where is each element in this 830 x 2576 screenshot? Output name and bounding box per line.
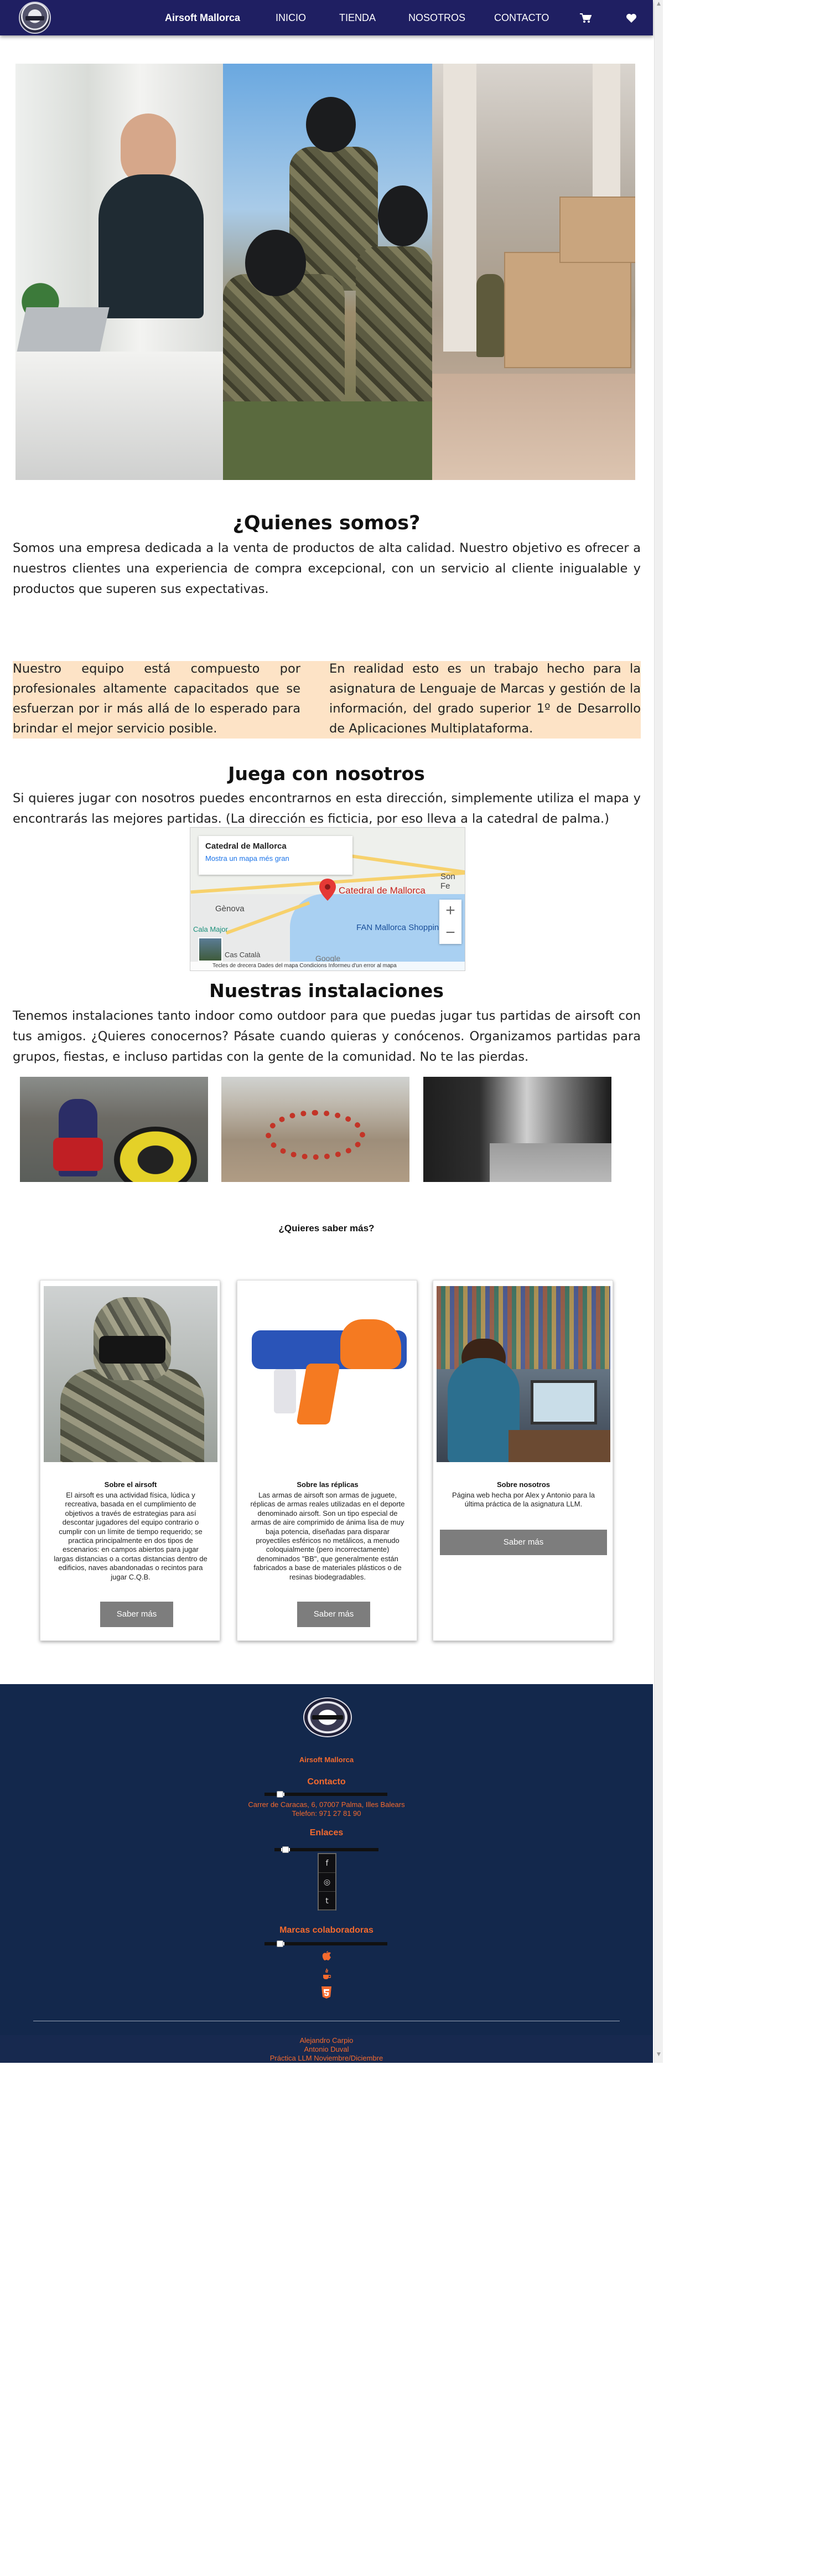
card-image-replicas: [241, 1286, 414, 1462]
hero-image-players: [223, 64, 432, 480]
hero-image-office: [15, 64, 223, 480]
links-title: Enlaces: [309, 1828, 344, 1837]
map-zoom-control: + −: [439, 900, 461, 944]
contact-slider[interactable]: [264, 1791, 387, 1798]
card-image-airsoft: [44, 1286, 217, 1462]
map-label-fan-mallorca: FAN Mallorca Shoppin: [356, 923, 439, 932]
apple-icon[interactable]: [318, 1947, 335, 1965]
card-title: Sobre las réplicas: [297, 1480, 359, 1489]
credit-line: Antonio Duval: [304, 2045, 349, 2053]
nav-brand-link[interactable]: Airsoft Mallorca: [165, 0, 240, 35]
partners-title: Marcas colaboradoras: [279, 1925, 374, 1935]
map-layer-thumbnail[interactable]: [198, 937, 222, 962]
page: Airsoft Mallorca INICIO TIENDA NOSOTROS …: [0, 0, 830, 2576]
footer-logo: [303, 1697, 352, 1737]
map-footer-links[interactable]: Tecles de drecera Dades del mapa Condici…: [190, 962, 465, 970]
zoom-in-button[interactable]: +: [439, 900, 461, 922]
embedded-map[interactable]: Gènova Cala Major FAN Mallorca Shoppin S…: [190, 827, 465, 971]
heart-icon[interactable]: [626, 0, 639, 35]
nav-item-contacto[interactable]: CONTACTO: [494, 0, 549, 35]
map-pin-label: Catedral de Mallorca: [339, 885, 426, 896]
hero-image-arena: [432, 64, 635, 480]
card-text: Página web hecha por Alex y Antonio para…: [452, 1491, 595, 1509]
card-nosotros: Sobre nosotros Página web hecha por Alex…: [433, 1280, 613, 1641]
scroll-down-arrow-icon[interactable]: ▼: [657, 2052, 661, 2057]
team-text: Nuestro equipo está compuesto por profes…: [13, 662, 300, 736]
map-pin-icon[interactable]: [319, 879, 336, 901]
social-links: f ◎ t: [318, 1853, 336, 1911]
nav-item-inicio[interactable]: INICIO: [276, 0, 306, 35]
map-place-card: Catedral de Mallorca Mostra un mapa més …: [199, 836, 352, 875]
subfooter: Alejandro Carpio Antonio Duval Práctica …: [0, 2035, 653, 2063]
card-replicas: Sobre las réplicas Las armas de airsoft …: [237, 1280, 417, 1641]
play-text: Si quieres jugar con nosotros puedes enc…: [13, 791, 641, 826]
contact-address: Carrer de Caracas, 6, 07007 Palma, Illes…: [248, 1800, 405, 1809]
more-title: ¿Quieres saber más?: [278, 1223, 375, 1233]
play-title: Juega con nosotros: [228, 763, 425, 784]
credit-line: Práctica LLM Noviembre/Diciembre: [269, 2054, 383, 2062]
site-logo[interactable]: [19, 2, 51, 34]
facility-image-outdoor: [20, 1077, 208, 1182]
twitter-icon[interactable]: t: [319, 1892, 335, 1911]
hero-collage: [15, 64, 635, 480]
saber-mas-button[interactable]: Saber más: [440, 1530, 607, 1555]
navbar: Airsoft Mallorca INICIO TIENDA NOSOTROS …: [0, 0, 653, 35]
map-label-cas-catala: Cas Català: [225, 951, 261, 959]
map-label-cala-major: Cala Major: [193, 925, 228, 933]
facilities-text: Tenemos instalaciones tanto indoor como …: [13, 1009, 641, 1064]
card-text: Las armas de airsoft son armas de juguet…: [250, 1491, 405, 1581]
facility-image-indoor: [423, 1077, 611, 1182]
card-image-nosotros: [437, 1286, 610, 1462]
facebook-icon[interactable]: f: [319, 1854, 335, 1873]
facility-image-field: [221, 1077, 409, 1182]
credit-line: Alejandro Carpio: [299, 2036, 354, 2045]
about-text: Somos una empresa dedicada a la venta de…: [13, 541, 641, 596]
nav-item-tienda[interactable]: TIENDA: [339, 0, 376, 35]
project-text: En realidad esto es un trabajo hecho par…: [329, 662, 641, 736]
cart-icon[interactable]: [579, 0, 593, 35]
map-label-son-fe: Son Fe: [440, 872, 455, 891]
nav-item-nosotros[interactable]: NOSOTROS: [408, 0, 465, 35]
map-place-title: Catedral de Mallorca: [205, 842, 287, 851]
links-slider[interactable]: [274, 1846, 378, 1853]
zoom-out-button[interactable]: −: [439, 922, 461, 944]
contact-phone: Telefon: 971 27 81 90: [292, 1809, 361, 1818]
saber-mas-button[interactable]: Saber más: [100, 1602, 173, 1627]
java-icon[interactable]: [318, 1965, 335, 1983]
card-title: Sobre el airsoft: [104, 1480, 157, 1489]
card-title: Sobre nosotros: [496, 1480, 551, 1489]
instagram-icon[interactable]: ◎: [319, 1873, 335, 1892]
map-label-genova: Gènova: [215, 904, 245, 913]
map-larger-link[interactable]: Mostra un mapa més gran: [205, 854, 346, 863]
html5-icon[interactable]: [318, 1984, 335, 2001]
partners-slider[interactable]: [264, 1940, 387, 1947]
vertical-scrollbar[interactable]: ▲ ▼: [654, 0, 663, 2063]
facilities-title: Nuestras instalaciones: [209, 980, 444, 1002]
about-title: ¿Quienes somos?: [232, 512, 421, 534]
contact-title: Contacto: [307, 1777, 346, 1787]
saber-mas-button[interactable]: Saber más: [297, 1602, 370, 1627]
scroll-up-arrow-icon[interactable]: ▲: [657, 1, 661, 7]
card-text: El airsoft es una actividad física, lúdi…: [54, 1491, 208, 1581]
footer-brand: Airsoft Mallorca: [299, 1756, 354, 1764]
card-airsoft: Sobre el airsoft El airsoft es una activ…: [40, 1280, 220, 1641]
